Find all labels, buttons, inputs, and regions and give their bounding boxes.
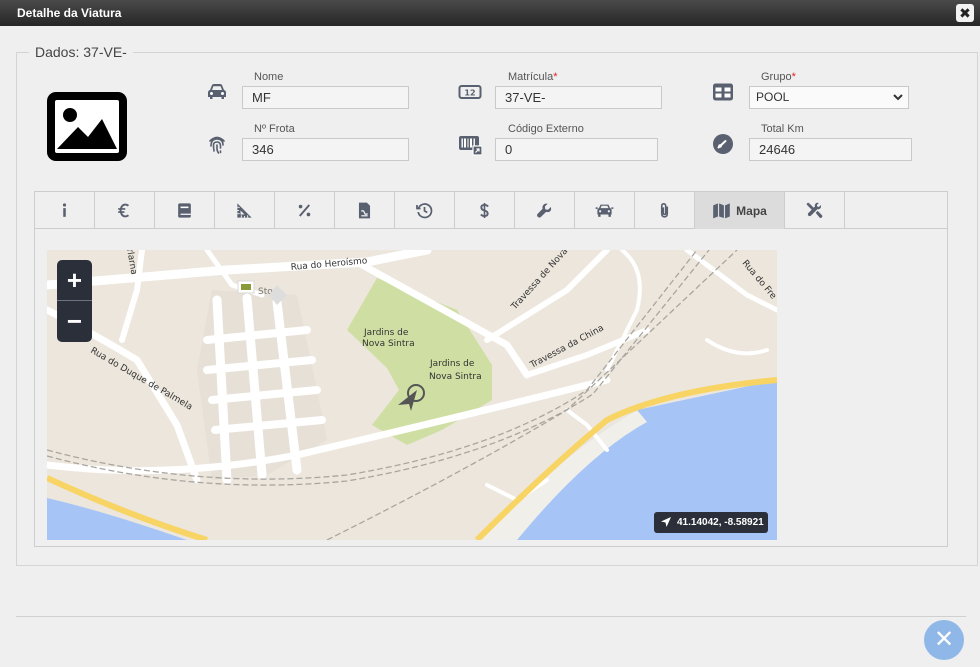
tab-manutencao[interactable] (515, 192, 575, 229)
tab-mapa-label: Mapa (736, 203, 767, 218)
info-icon (62, 203, 67, 217)
zoom-in-button[interactable]: + (57, 260, 92, 301)
document-icon (358, 202, 371, 219)
dollar-icon (480, 202, 489, 219)
tab-historico[interactable] (395, 192, 455, 229)
tab-percentagem[interactable] (275, 192, 335, 229)
matricula-input[interactable]: 37-VE- (495, 86, 662, 109)
book-icon (178, 203, 191, 218)
map-icon (713, 203, 730, 219)
window-titlebar: Detalhe da Viatura ✖ (0, 0, 980, 26)
tab-anexos[interactable] (635, 192, 695, 229)
euro-icon (118, 203, 130, 218)
car-front-icon (595, 204, 614, 217)
codigo-externo-label: Código Externo (508, 123, 584, 135)
grupo-label: Grupo* (761, 71, 796, 83)
fingerprint-icon (205, 132, 229, 156)
footer-divider (16, 616, 966, 617)
close-fab-button[interactable]: ✕ (924, 620, 964, 660)
speedometer-icon (711, 132, 735, 156)
vehicle-tabs-panel: Mapa Rua do Heroísmo Stop Jardins de Nov… (34, 191, 948, 547)
percent-icon (298, 204, 311, 217)
nome-input[interactable]: MF (242, 86, 409, 109)
dados-legend-value: 37-VE- (83, 44, 127, 60)
matricula-label: Matrícula* (508, 71, 558, 83)
grid-icon (711, 80, 735, 104)
codigo-externo-input[interactable]: 0 (495, 138, 658, 161)
tools-icon (806, 202, 823, 218)
tab-mapa[interactable]: Mapa (695, 192, 785, 229)
grupo-select-value: POOL (756, 90, 790, 104)
map-zoom-control: + − (57, 260, 92, 342)
vehicle-location-map[interactable]: Rua do Heroísmo Stop Jardins de Nova Sin… (47, 250, 777, 540)
tab-documentos[interactable] (335, 192, 395, 229)
map-label-jardins-2a: Jardins de (429, 359, 475, 369)
tab-bar: Mapa (35, 192, 947, 229)
tab-valores[interactable] (455, 192, 515, 229)
tab-livro[interactable] (155, 192, 215, 229)
tab-ferramentas[interactable] (785, 192, 845, 229)
paperclip-icon (660, 202, 669, 218)
grupo-select[interactable]: POOL (749, 86, 909, 109)
total-km-input[interactable]: 24646 (749, 138, 912, 161)
total-km-label: Total Km (761, 123, 804, 135)
dados-legend: Dados: 37-VE- (29, 44, 133, 60)
tab-viatura[interactable] (575, 192, 635, 229)
wrench-icon (537, 203, 552, 218)
tab-info[interactable] (35, 192, 95, 229)
frota-input[interactable]: 346 (242, 138, 409, 161)
close-icon: ✕ (933, 626, 955, 653)
frota-label: Nº Frota (254, 123, 295, 135)
map-label-jardins-2b: Nova Sintra (429, 372, 482, 382)
ruler-triangle-icon (237, 203, 252, 218)
tab-medidas[interactable] (215, 192, 275, 229)
tab-custos[interactable] (95, 192, 155, 229)
map-label-jardins-1b: Nova Sintra (362, 339, 415, 349)
map-tiles: Rua do Heroísmo Stop Jardins de Nova Sin… (47, 250, 777, 540)
coordinates-badge: 41.14042, -8.58921 (654, 512, 768, 533)
window-close-button[interactable]: ✖ (956, 4, 974, 22)
window-title: Detalhe da Viatura (17, 6, 122, 20)
map-label-jardins-1a: Jardins de (363, 328, 409, 338)
history-icon (416, 203, 433, 219)
license-plate-icon: 12 (458, 80, 482, 104)
barcode-icon (458, 132, 483, 156)
car-icon (205, 80, 229, 104)
vehicle-image-icon[interactable] (44, 89, 130, 164)
zoom-out-button[interactable]: − (57, 301, 92, 342)
coordinates-text: 41.14042, -8.58921 (677, 517, 764, 528)
dados-legend-label: Dados: (35, 44, 80, 60)
chevron-down-icon (892, 87, 904, 115)
nome-label: Nome (254, 71, 284, 83)
svg-text:12: 12 (464, 89, 475, 98)
location-arrow-icon (661, 517, 671, 527)
